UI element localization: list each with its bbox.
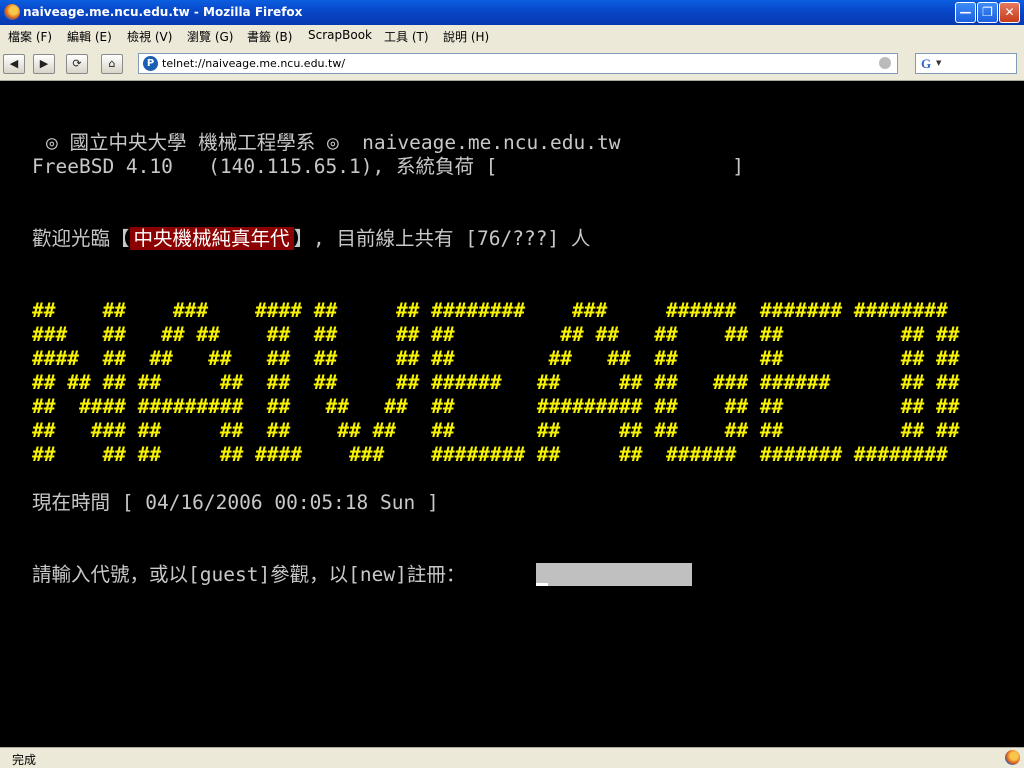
minimize-button[interactable]: — xyxy=(955,2,976,23)
welcome-suffix: 】, 目前線上共有 [76/???] 人 xyxy=(293,227,591,250)
status-bar: 完成 xyxy=(0,747,1024,768)
forward-button[interactable]: ▶ xyxy=(33,54,55,74)
menu-scrapbook[interactable]: ScrapBook xyxy=(308,28,372,42)
menu-help[interactable]: 說明 (H) xyxy=(443,28,489,45)
menu-view[interactable]: 檢視 (V) xyxy=(127,28,172,45)
menu-bookmarks[interactable]: 書籤 (B) xyxy=(247,28,292,45)
window-title: naiveage.me.ncu.edu.tw - Mozilla Firefox xyxy=(23,5,303,19)
ascii-art-line-6: ## ### ## ## ## ## ## ## ## ## ## ## ## … xyxy=(32,419,960,442)
menu-go[interactable]: 瀏覽 (G) xyxy=(187,28,233,45)
search-engine-dropdown-icon[interactable]: ▼ xyxy=(936,59,941,67)
home-button[interactable]: ⌂ xyxy=(101,54,123,74)
terminal-cursor xyxy=(536,583,548,586)
ascii-art-line-5: ## #### ######### ## ## ## ## ######### … xyxy=(32,395,960,418)
maximize-button[interactable]: ❐ xyxy=(977,2,998,23)
firefox-icon xyxy=(4,4,20,20)
url-text[interactable]: telnet://naiveage.me.ncu.edu.tw/ xyxy=(162,57,345,70)
welcome-line: 歡迎光臨【 中央機械純真年代】, 目前線上共有 [76/???] 人 xyxy=(32,227,590,251)
header-line-2: FreeBSD 4.10 (140.115.65.1), 系統負荷 [ ] xyxy=(32,155,744,178)
search-box[interactable]: G ▼ xyxy=(915,53,1017,74)
site-name: 中央機械純真年代 xyxy=(129,227,294,250)
ascii-art-line-2: ### ## ## ## ## ## ## ## ## ## ## ## ## … xyxy=(32,323,960,346)
back-button[interactable]: ◀ xyxy=(3,54,25,74)
navigation-toolbar: ◀ ▶ ⟳ ⌂ P telnet://naiveage.me.ncu.edu.t… xyxy=(0,47,1024,81)
ascii-art-line-7: ## ## ## ## #### ### ######## ## ## ####… xyxy=(32,443,948,466)
close-button[interactable]: ✕ xyxy=(999,2,1020,23)
address-bar[interactable]: P telnet://naiveage.me.ncu.edu.tw/ xyxy=(138,53,898,74)
menu-file[interactable]: 檔案 (F) xyxy=(8,28,52,45)
header-line-1: ◎ 國立中央大學 機械工程學系 ◎ naiveage.me.ncu.edu.tw xyxy=(46,131,621,154)
go-icon[interactable] xyxy=(879,57,891,69)
firefox-status-icon xyxy=(1005,750,1020,765)
login-prompt: 請輸入代號，或以[guest]參觀，以[new]註冊： xyxy=(32,563,466,586)
status-text: 完成 xyxy=(12,753,37,767)
login-input[interactable] xyxy=(536,563,692,586)
menu-tools[interactable]: 工具 (T) xyxy=(384,28,429,45)
menu-bar: 檔案 (F) 編輯 (E) 檢視 (V) 瀏覽 (G) 書籤 (B) Scrap… xyxy=(0,25,1024,47)
google-icon[interactable]: G xyxy=(921,56,931,72)
telnet-terminal[interactable]: ◎ 國立中央大學 機械工程學系 ◎ naiveage.me.ncu.edu.tw… xyxy=(0,81,1024,747)
window-title-bar: naiveage.me.ncu.edu.tw - Mozilla Firefox… xyxy=(0,0,1024,25)
ascii-art-line-4: ## ## ## ## ## ## ## ## ###### ## ## ## … xyxy=(32,371,960,394)
menu-edit[interactable]: 編輯 (E) xyxy=(67,28,112,45)
site-favicon-icon: P xyxy=(143,56,158,71)
ascii-art-line-1: ## ## ### #### ## ## ######## ### ######… xyxy=(32,299,948,322)
ascii-art-line-3: #### ## ## ## ## ## ## ## ## ## ## ## ##… xyxy=(32,347,960,370)
current-time-line: 現在時間 [ 04/16/2006 00:05:18 Sun ] xyxy=(32,491,439,514)
welcome-prefix: 歡迎光臨【 xyxy=(32,227,130,250)
reload-button[interactable]: ⟳ xyxy=(66,54,88,74)
